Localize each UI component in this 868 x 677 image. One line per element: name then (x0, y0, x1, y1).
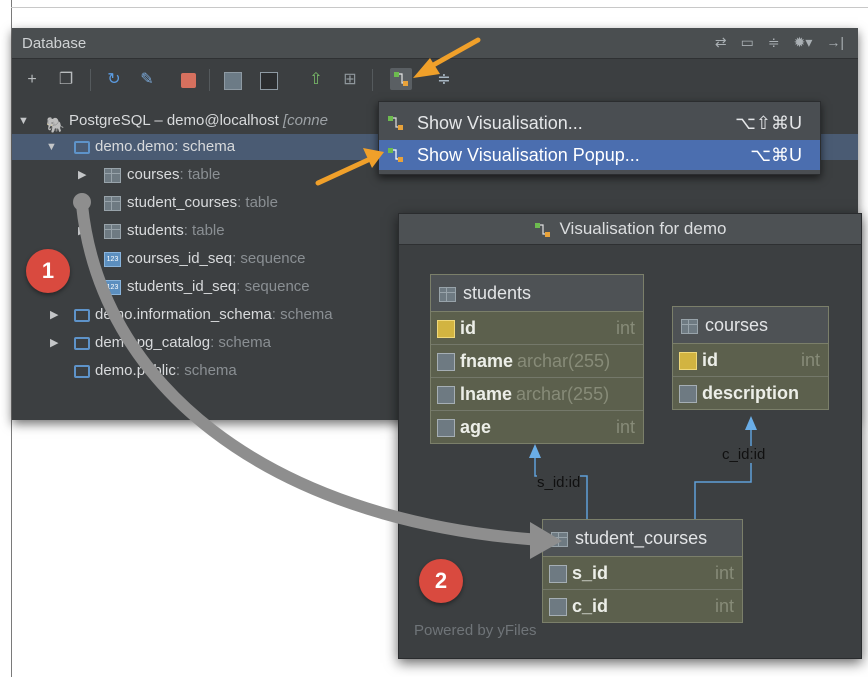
drag-start-dot (73, 193, 91, 211)
orange-arrow-toolbar (425, 37, 481, 71)
drag-arrowhead (530, 522, 562, 559)
orange-arrow-menu (315, 157, 371, 186)
drag-arrow (76, 199, 546, 546)
step-badge-2: 2 (419, 559, 463, 603)
step-badge-1: 1 (26, 249, 70, 293)
orange-arrowhead-menu (363, 148, 384, 168)
